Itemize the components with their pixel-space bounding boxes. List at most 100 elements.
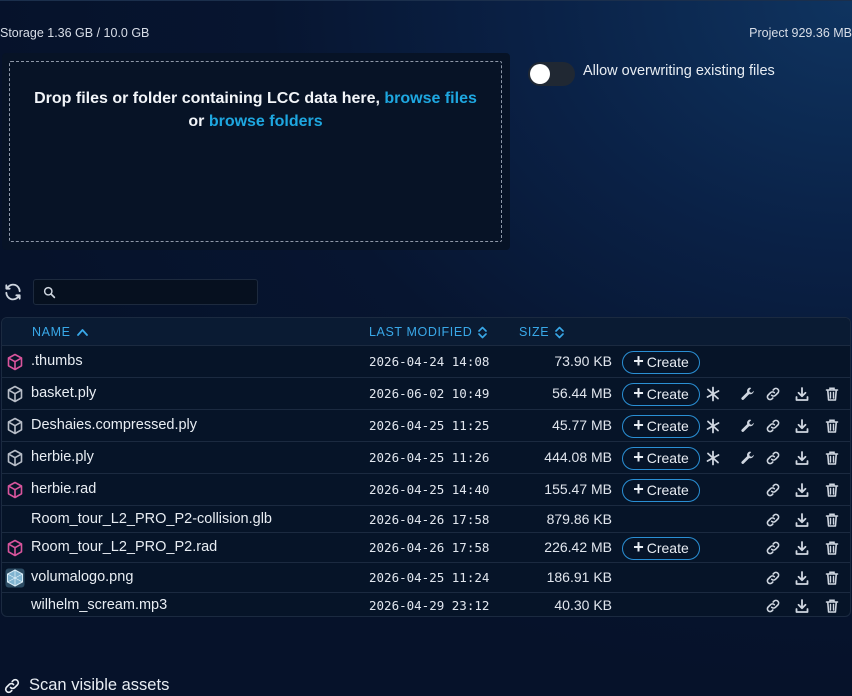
download-icon[interactable] (794, 512, 810, 528)
file-drop-zone[interactable]: Drop files or folder containing LCC data… (2, 53, 510, 250)
file-name[interactable]: herbie.ply (31, 449, 94, 465)
sort-toggle-icon (478, 326, 488, 338)
trash-icon[interactable] (824, 482, 840, 498)
column-modified-header[interactable]: LAST MODIFIED (369, 325, 488, 339)
link-icon[interactable] (765, 386, 781, 402)
download-icon[interactable] (794, 598, 810, 614)
table-row[interactable]: Room_tour_L2_PRO_P2-collision.glb 2026-04… (2, 506, 850, 533)
link-icon[interactable] (765, 512, 781, 528)
browse-files-link[interactable]: browse files (384, 90, 476, 107)
create-button[interactable]: + Create (622, 536, 700, 560)
create-button[interactable]: + Create (622, 478, 700, 502)
table-row[interactable]: .thumbs 2026-04-24 14:08 73.90 KB + Create (2, 346, 850, 378)
download-icon[interactable] (794, 418, 810, 434)
trash-icon[interactable] (824, 570, 840, 586)
table-row[interactable]: Room_tour_L2_PRO_P2.rad 2026-04-26 17:58 2… (2, 533, 850, 563)
create-button[interactable]: + Create (622, 414, 700, 438)
file-name[interactable]: herbie.rad (31, 481, 96, 497)
table-row[interactable]: herbie.rad 2026-04-25 14:40 155.47 MB + Crea… (2, 474, 850, 506)
file-modified: 2026-04-26 17:58 (369, 540, 490, 555)
file-name[interactable]: basket.ply (31, 385, 96, 401)
download-icon[interactable] (794, 450, 810, 466)
drop-text-prefix: Drop files or folder containing LCC data… (34, 90, 385, 107)
plus-icon: + (633, 537, 644, 557)
browse-folders-link[interactable]: browse folders (209, 113, 323, 130)
toggle-knob (530, 64, 550, 84)
trash-icon[interactable] (824, 512, 840, 528)
plus-icon: + (633, 479, 644, 499)
overwrite-toggle[interactable] (528, 62, 575, 86)
table-row[interactable]: wilhelm_scream.mp3 2026-04-29 23:12 40.30 … (2, 593, 850, 616)
column-size-header[interactable]: SIZE (519, 325, 564, 339)
create-label: Create (646, 418, 689, 434)
plus-icon: + (633, 351, 644, 371)
sort-ascending-icon (76, 329, 88, 336)
project-usage: Project 929.36 MB (749, 26, 852, 40)
trash-icon[interactable] (824, 386, 840, 402)
create-button[interactable]: + Create (622, 350, 700, 374)
sparkle-icon[interactable] (705, 386, 721, 402)
column-modified-label: LAST MODIFIED (369, 325, 473, 339)
plus-icon: + (633, 415, 644, 435)
create-button[interactable]: + Create (622, 382, 700, 406)
create-label: Create (646, 450, 689, 466)
sort-toggle-icon (555, 326, 564, 338)
file-name[interactable]: Room_tour_L2_PRO_P2.rad (31, 539, 217, 555)
drop-instructions: Drop files or folder containing LCC data… (10, 87, 501, 133)
link-icon[interactable] (765, 418, 781, 434)
create-label: Create (646, 354, 689, 370)
download-icon[interactable] (794, 386, 810, 402)
trash-icon[interactable] (824, 418, 840, 434)
sparkle-icon[interactable] (705, 418, 721, 434)
file-modified: 2026-04-29 23:12 (369, 597, 490, 613)
overwrite-label: Allow overwriting existing files (583, 63, 775, 79)
column-name-header[interactable]: NAME (32, 325, 88, 339)
search-icon (43, 286, 56, 299)
link-icon[interactable] (765, 598, 781, 614)
file-modified: 2026-06-02 10:49 (369, 386, 490, 401)
column-size-label: SIZE (519, 325, 550, 339)
link-icon[interactable] (765, 540, 781, 556)
storage-usage: Storage 1.36 GB / 10.0 GB (0, 26, 150, 40)
sparkle-icon[interactable] (705, 450, 721, 466)
download-icon[interactable] (794, 570, 810, 586)
file-modified: 2026-04-25 11:25 (369, 418, 490, 433)
box-gray-icon (6, 385, 24, 403)
file-size: 45.77 MB (552, 417, 612, 433)
search-input[interactable] (62, 283, 252, 301)
file-name[interactable]: volumalogo.png (31, 569, 133, 585)
trash-icon[interactable] (824, 598, 840, 614)
link-icon[interactable] (765, 450, 781, 466)
scan-label: Scan visible assets (29, 676, 170, 694)
file-size: 186.91 KB (546, 569, 612, 585)
table-row[interactable]: basket.ply 2026-06-02 10:49 56.44 MB + Creat… (2, 378, 850, 410)
file-name[interactable]: Deshaies.compressed.ply (31, 417, 197, 433)
scan-visible-assets-button[interactable]: Scan visible assets (3, 676, 169, 695)
table-row[interactable]: volumalogo.png 2026-04-25 11:24 186.91 KB (2, 563, 850, 593)
file-name[interactable]: wilhelm_scream.mp3 (31, 597, 167, 613)
file-name[interactable]: .thumbs (31, 353, 83, 369)
file-size: 444.08 MB (544, 449, 612, 465)
link-icon[interactable] (765, 482, 781, 498)
file-modified: 2026-04-25 11:24 (369, 570, 490, 585)
create-button[interactable]: + Create (622, 446, 700, 470)
wrench-icon[interactable] (740, 386, 756, 402)
trash-icon[interactable] (824, 450, 840, 466)
drop-zone-border: Drop files or folder containing LCC data… (9, 61, 502, 242)
download-icon[interactable] (794, 482, 810, 498)
file-name[interactable]: Room_tour_L2_PRO_P2-collision.glb (31, 511, 272, 527)
top-border (0, 0, 852, 1)
table-row[interactable]: herbie.ply 2026-04-25 11:26 444.08 MB + Crea… (2, 442, 850, 474)
link-icon[interactable] (765, 570, 781, 586)
box-pink-icon (6, 353, 24, 371)
wrench-icon[interactable] (740, 450, 756, 466)
refresh-icon[interactable] (3, 282, 23, 302)
image-thumbnail-icon (5, 568, 25, 588)
trash-icon[interactable] (824, 540, 840, 556)
table-row[interactable]: Deshaies.compressed.ply 2026-04-25 11:25 4… (2, 410, 850, 442)
download-icon[interactable] (794, 540, 810, 556)
wrench-icon[interactable] (740, 418, 756, 434)
search-box[interactable] (33, 279, 258, 305)
create-label: Create (646, 482, 689, 498)
file-modified: 2026-04-25 11:26 (369, 450, 490, 465)
